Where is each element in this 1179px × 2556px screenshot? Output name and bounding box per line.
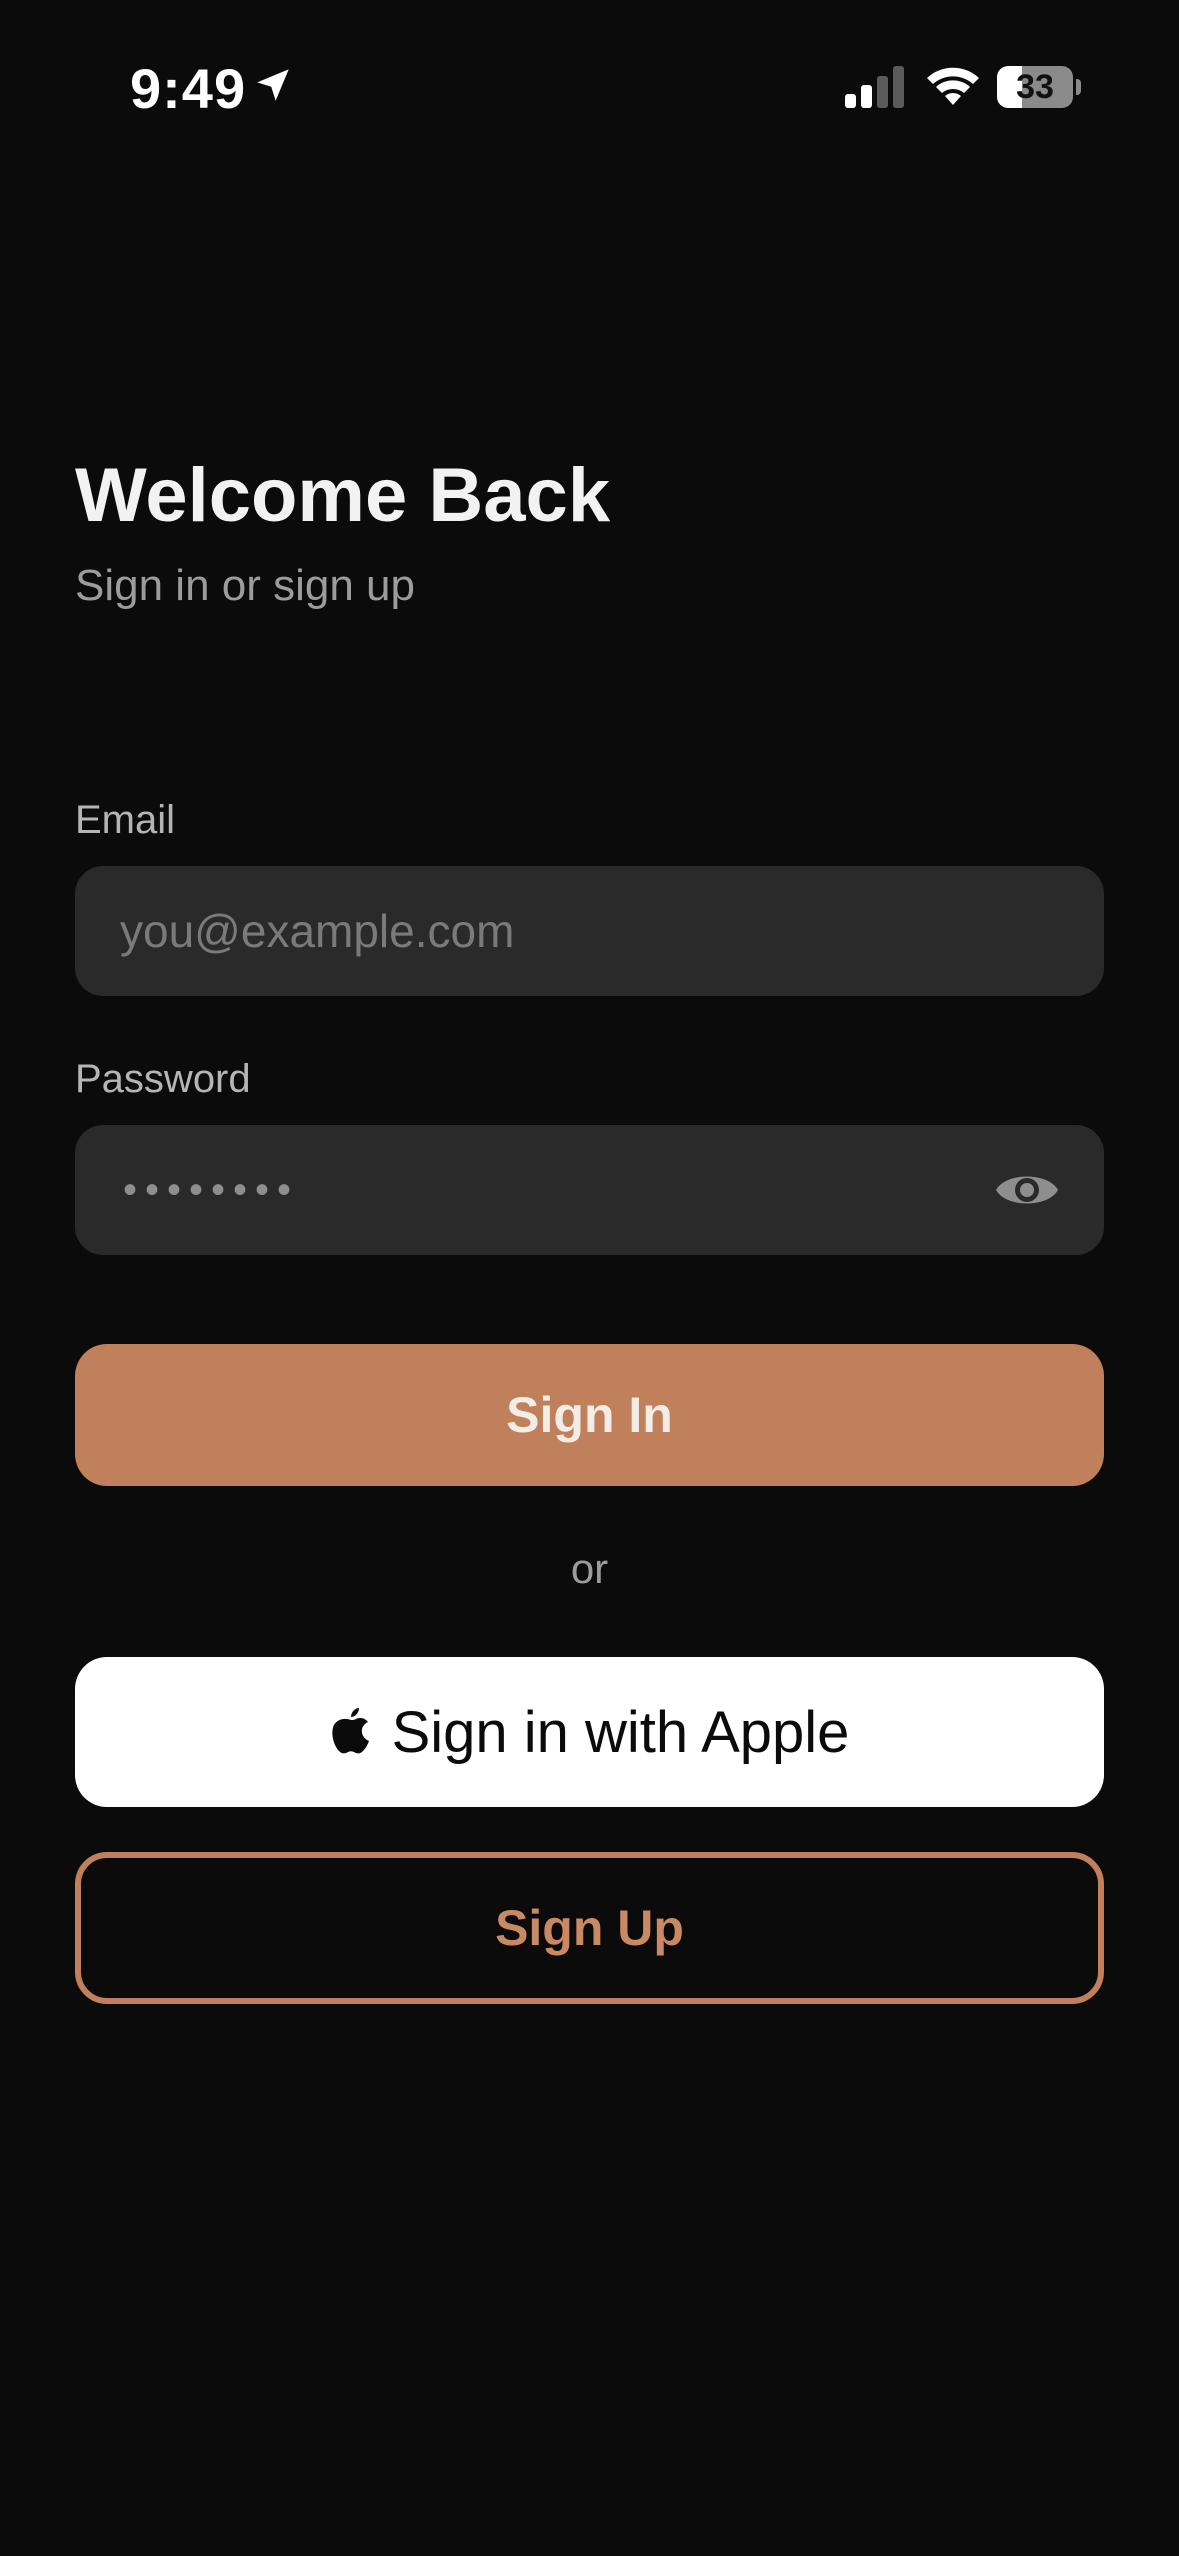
page-title: Welcome Back [75,453,611,538]
location-arrow-icon [257,69,289,101]
wifi-icon [927,67,979,105]
password-masked-value: •••••••• [123,1168,300,1212]
page-subtitle: Sign in or sign up [75,561,415,610]
battery-cap [1076,79,1081,95]
cellular-signal-icon [845,66,904,108]
or-divider: or [570,1545,609,1592]
email-field-container [75,866,1104,996]
eye-icon[interactable] [994,1164,1060,1216]
sign-in-label: Sign In [506,1387,673,1443]
battery-body: 33 [997,66,1073,108]
email-field[interactable] [120,866,1020,996]
sign-in-button[interactable]: Sign In [75,1344,1104,1486]
status-bar: 9:49 33 [0,0,1179,170]
apple-sign-in-label: Sign in with Apple [391,1699,850,1765]
apple-logo-icon [331,1708,369,1754]
battery-level: 33 [1016,68,1054,106]
status-time: 9:49 [130,57,247,120]
password-label: Password [75,1057,251,1101]
battery-icon: 33 [997,66,1081,108]
sign-up-button[interactable]: Sign Up [75,1852,1104,2004]
sign-in-with-apple-button[interactable]: Sign in with Apple [75,1657,1104,1807]
password-field[interactable]: •••••••• [75,1125,1104,1255]
email-label: Email [75,798,176,842]
sign-up-label: Sign Up [495,1900,684,1956]
